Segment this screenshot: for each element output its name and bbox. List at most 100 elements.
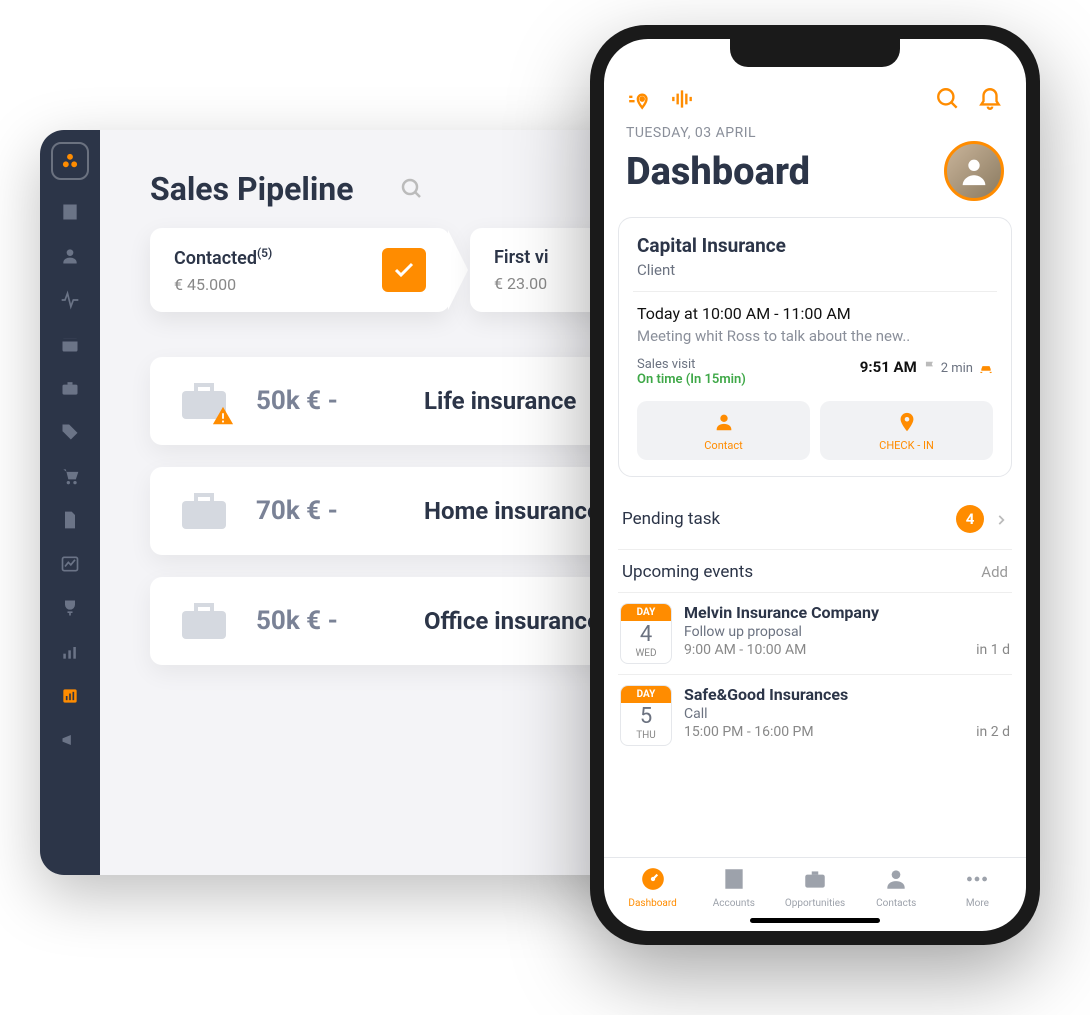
contact-label: Contact [637, 439, 810, 452]
opportunity-amount: 70k € - [256, 496, 396, 526]
pending-task-label: Pending task [622, 509, 720, 529]
stage-info: First vi € 23.00 [494, 247, 549, 293]
sidebar-item-chart[interactable] [58, 552, 82, 576]
event-title: Safe&Good Insurances [684, 685, 1010, 704]
divider [633, 291, 997, 292]
file-icon [60, 510, 80, 530]
date-badge-dow: THU [621, 730, 671, 745]
add-button[interactable]: Add [981, 563, 1008, 581]
event-row[interactable]: DAY 5 THU Safe&Good Insurances Call 15:0… [618, 674, 1012, 756]
contact-button[interactable]: Contact [637, 401, 810, 460]
gauge-icon [640, 866, 666, 892]
pipeline-search-button[interactable] [394, 171, 430, 207]
phone-mockup: TUESDAY, 03 APRIL Dashboard Capital Insu… [590, 25, 1040, 945]
meeting-type: Client [637, 261, 993, 279]
report-icon [60, 686, 80, 706]
tab-more[interactable]: More [937, 866, 1018, 909]
opportunity-amount: 50k € - [256, 606, 396, 636]
voice-icon[interactable] [668, 85, 696, 113]
tab-label: More [937, 898, 1018, 909]
arrival-time: 9:51 AM [860, 358, 917, 376]
person-icon [713, 411, 735, 433]
sidebar-item-calendar[interactable] [58, 332, 82, 356]
date-badge-day: 4 [621, 621, 671, 648]
stage-card-contacted[interactable]: Contacted(5) € 45.000 [150, 228, 450, 312]
bar-chart-icon [60, 642, 80, 662]
event-relative: in 1 d [976, 642, 1010, 658]
search-icon [400, 177, 424, 201]
checkin-button[interactable]: CHECK - IN [820, 401, 993, 460]
sidebar-item-accounts[interactable] [58, 200, 82, 224]
sidebar-item-stats[interactable] [58, 640, 82, 664]
phone-body: Capital Insurance Client Today at 10:00 … [604, 211, 1026, 857]
warning-icon [212, 405, 234, 427]
tag-icon [60, 422, 80, 442]
pending-task-row[interactable]: Pending task 4 [618, 489, 1012, 550]
user-avatar[interactable] [944, 141, 1004, 201]
tab-dashboard[interactable]: Dashboard [612, 866, 693, 909]
event-row[interactable]: DAY 4 WED Melvin Insurance Company Follo… [618, 592, 1012, 674]
meeting-when: Today at 10:00 AM - 11:00 AM [637, 304, 993, 323]
building-icon [721, 866, 747, 892]
avatar-placeholder-icon [957, 154, 991, 188]
calendar-icon [60, 334, 80, 354]
bell-button[interactable] [976, 85, 1004, 113]
sidebar-item-tags[interactable] [58, 420, 82, 444]
event-sub: Follow up proposal [684, 624, 1010, 640]
tab-label: Contacts [856, 898, 937, 909]
location-speed-icon[interactable] [626, 85, 654, 113]
person-icon [60, 246, 80, 266]
upcoming-title: Upcoming events [622, 562, 753, 582]
trophy-icon [60, 598, 80, 618]
visit-label: Sales visit [637, 357, 746, 372]
stage-amount: € 23.00 [494, 274, 549, 293]
tab-contacts[interactable]: Contacts [856, 866, 937, 909]
event-sub: Call [684, 706, 1010, 722]
phone-notch [730, 39, 900, 67]
date-badge-dow: WED [621, 648, 671, 663]
event-time: 9:00 AM - 10:00 AM [684, 642, 806, 658]
sidebar-item-files[interactable] [58, 508, 82, 532]
more-icon [964, 866, 990, 892]
tab-label: Accounts [693, 898, 774, 909]
logo-icon [60, 151, 80, 171]
phone-screen: TUESDAY, 03 APRIL Dashboard Capital Insu… [604, 39, 1026, 931]
search-button[interactable] [934, 85, 962, 113]
sidebar-item-activity[interactable] [58, 288, 82, 312]
ontime-label: On time (In 15min) [637, 372, 746, 387]
sidebar-item-megaphone[interactable] [58, 728, 82, 752]
stage-amount: € 45.000 [174, 275, 272, 294]
chart-line-icon [60, 554, 80, 574]
page-title: Dashboard [626, 150, 810, 194]
sidebar-item-briefcase[interactable] [58, 376, 82, 400]
stage-count: (5) [257, 246, 272, 260]
briefcase-icon [180, 601, 228, 641]
stage-check-button[interactable] [382, 248, 426, 292]
checkin-label: CHECK - IN [820, 439, 993, 452]
chevron-right-icon [994, 512, 1008, 526]
travel-time: 2 min [941, 361, 973, 376]
opportunity-name: Office insurance [424, 607, 600, 635]
sidebar-item-cart[interactable] [58, 464, 82, 488]
person-icon [883, 866, 909, 892]
pin-icon [896, 411, 918, 433]
event-title: Melvin Insurance Company [684, 603, 1010, 622]
date-badge-top: DAY [621, 604, 671, 621]
pending-task-count: 4 [956, 505, 984, 533]
opportunity-name: Home insurance [424, 497, 600, 525]
pipeline-title: Sales Pipeline [150, 170, 354, 208]
sidebar-item-trophy[interactable] [58, 596, 82, 620]
app-logo[interactable] [51, 142, 89, 180]
sidebar-item-report[interactable] [58, 684, 82, 708]
tab-label: Dashboard [612, 898, 693, 909]
tab-opportunities[interactable]: Opportunities [774, 866, 855, 909]
date-badge-top: DAY [621, 686, 671, 703]
briefcase-icon [60, 378, 80, 398]
tab-accounts[interactable]: Accounts [693, 866, 774, 909]
cart-icon [60, 466, 80, 486]
meeting-card[interactable]: Capital Insurance Client Today at 10:00 … [618, 217, 1012, 477]
meeting-company: Capital Insurance [637, 234, 993, 257]
flag-icon [923, 360, 937, 374]
sidebar-item-contacts[interactable] [58, 244, 82, 268]
date-label: TUESDAY, 03 APRIL [626, 125, 1004, 141]
